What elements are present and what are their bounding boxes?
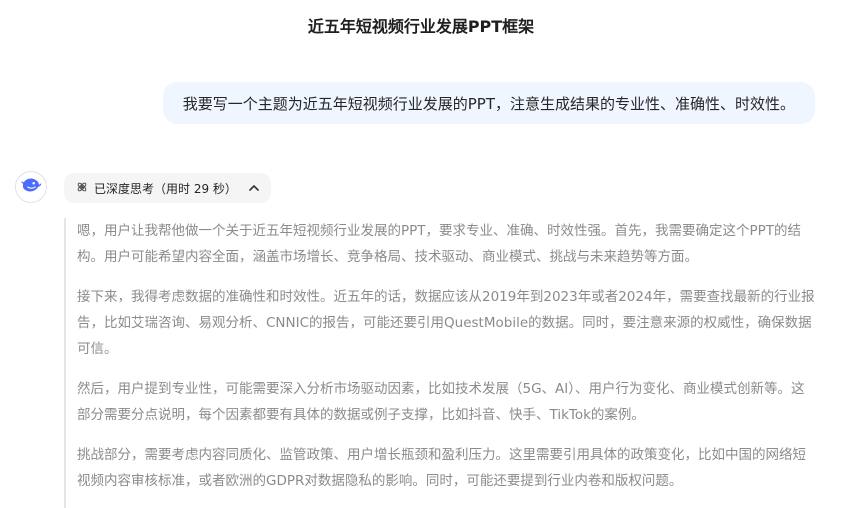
user-message-bubble: 我要写一个主题为近五年短视频行业发展的PPT，注意生成结果的专业性、准确性、时效… <box>162 82 815 124</box>
thinking-content: 嗯，用户让我帮他做一个关于近五年短视频行业发展的PPT，要求专业、准确、时效性强… <box>64 218 816 508</box>
thinking-paragraph: 嗯，用户让我帮他做一个关于近五年短视频行业发展的PPT，要求专业、准确、时效性强… <box>77 223 802 265</box>
assistant-avatar <box>15 171 47 203</box>
thinking-paragraph: 接下来，我得考虑数据的准确性和时效性。近五年的话，数据应该从2019年到2023… <box>77 289 815 357</box>
user-message-text: 我要写一个主题为近五年短视频行业发展的PPT，注意生成结果的专业性、准确性、时效… <box>182 94 795 113</box>
thinking-paragraph: 然后，用户提到专业性，可能需要深入分析市场驱动因素，比如技术发展（5G、AI）、… <box>77 381 805 423</box>
page-title: 近五年短视频行业发展PPT框架 <box>307 17 535 36</box>
whale-logo-icon <box>20 176 42 198</box>
chevron-up-icon <box>249 184 259 192</box>
deep-think-label: 已深度思考（用时 29 秒） <box>94 181 237 196</box>
deep-think-icon <box>76 181 88 196</box>
deep-think-toggle-button[interactable]: 已深度思考（用时 29 秒） <box>64 173 271 203</box>
thinking-paragraph: 挑战部分，需要考虑内容同质化、监管政策、用户增长瓶颈和盈利压力。这里需要引用具体… <box>77 447 806 489</box>
